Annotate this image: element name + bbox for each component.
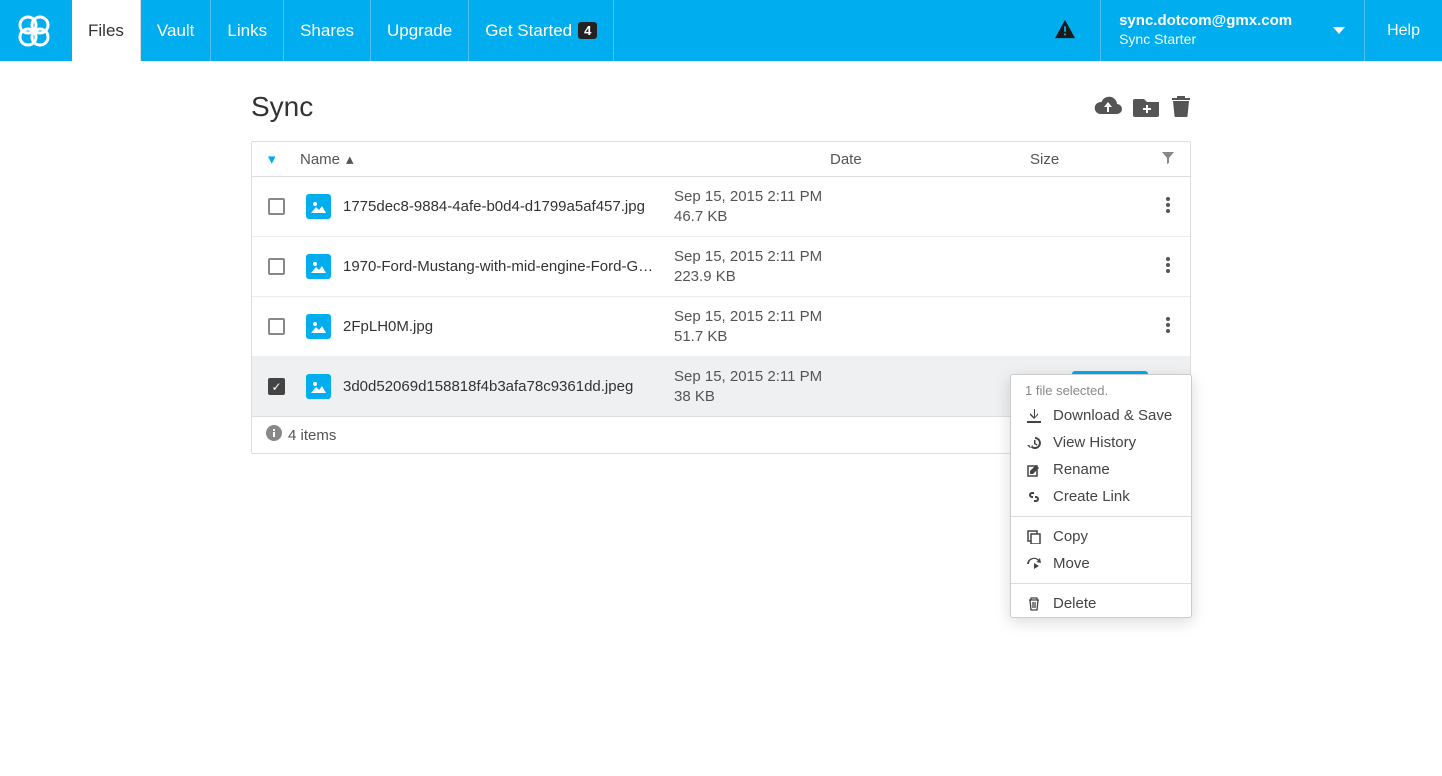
nav-item-shares[interactable]: Shares (284, 0, 371, 61)
info-icon (266, 425, 282, 445)
image-file-icon (306, 374, 331, 399)
file-size: 46.7 KB (674, 207, 994, 227)
image-file-icon (306, 254, 331, 279)
more-options-icon[interactable] (1162, 193, 1174, 220)
account-menu[interactable]: sync.dotcom@gmx.com Sync Starter (1100, 0, 1365, 61)
nav-item-upgrade[interactable]: Upgrade (371, 0, 469, 61)
table-row[interactable]: 1970-Ford-Mustang-with-mid-engine-Ford-G… (252, 237, 1190, 297)
app-logo[interactable] (14, 11, 54, 51)
new-folder-icon[interactable] (1133, 95, 1161, 120)
nav-right: sync.dotcom@gmx.com Sync Starter Help (1054, 0, 1442, 61)
more-options-icon[interactable] (1162, 253, 1174, 280)
row-checkbox[interactable] (268, 258, 285, 275)
menu-move[interactable]: Move (1011, 550, 1191, 577)
edit-icon (1025, 463, 1043, 477)
menu-download[interactable]: Download & Save (1011, 402, 1191, 429)
row-checkbox[interactable] (268, 318, 285, 335)
col-name-header[interactable]: Name (300, 151, 340, 168)
account-plan: Sync Starter (1119, 31, 1292, 49)
file-name[interactable]: 1775dec8-9884-4afe-b0d4-d1799a5af457.jpg (343, 198, 674, 215)
footer-count: 4 items (288, 427, 336, 444)
file-name[interactable]: 2FpLH0M.jpg (343, 318, 674, 335)
table-row[interactable]: 1775dec8-9884-4afe-b0d4-d1799a5af457.jpg… (252, 177, 1190, 237)
menu-history[interactable]: View History (1011, 429, 1191, 456)
filter-icon[interactable] (1162, 151, 1174, 168)
table-row[interactable]: 2FpLH0M.jpgSep 15, 2015 2:11 PM51.7 KB (252, 297, 1190, 357)
top-nav: FilesVaultLinksSharesUpgradeGet Started4… (0, 0, 1442, 61)
help-link[interactable]: Help (1365, 22, 1442, 40)
delete-icon (1025, 597, 1043, 611)
file-size: 51.7 KB (674, 327, 994, 347)
file-date: Sep 15, 2015 2:11 PM (674, 187, 994, 207)
file-date: Sep 15, 2015 2:11 PM (674, 367, 994, 387)
nav-item-files[interactable]: Files (72, 0, 141, 61)
menu-selection-info: 1 file selected. (1011, 375, 1191, 402)
file-size: 38 KB (674, 387, 994, 407)
more-options-icon[interactable] (1162, 313, 1174, 340)
file-date: Sep 15, 2015 2:11 PM (674, 247, 994, 267)
nav-items: FilesVaultLinksSharesUpgradeGet Started4 (72, 0, 614, 61)
menu-copy[interactable]: Copy (1011, 523, 1191, 550)
nav-badge: 4 (578, 22, 597, 39)
table-header: ▾ Name ▴ Date Size (252, 142, 1190, 177)
caret-down-icon[interactable]: ▾ (268, 150, 276, 168)
menu-delete[interactable]: Delete (1011, 590, 1191, 617)
upload-icon[interactable] (1093, 95, 1123, 120)
download-icon (1025, 409, 1043, 423)
row-checkbox[interactable] (268, 378, 285, 395)
col-size-header[interactable]: Size (1030, 151, 1059, 168)
menu-create-link[interactable]: Create Link (1011, 483, 1191, 510)
trash-icon[interactable] (1171, 95, 1191, 120)
page-title: Sync (251, 91, 1093, 123)
sort-asc-icon: ▴ (346, 150, 354, 168)
file-size: 223.9 KB (674, 267, 994, 287)
row-checkbox[interactable] (268, 198, 285, 215)
move-icon (1025, 557, 1043, 571)
nav-item-vault[interactable]: Vault (141, 0, 212, 61)
nav-item-get-started[interactable]: Get Started4 (469, 0, 614, 61)
sync-logo-icon (14, 11, 54, 51)
col-date-header[interactable]: Date (830, 151, 862, 168)
file-name[interactable]: 1970-Ford-Mustang-with-mid-engine-Ford-G… (343, 258, 674, 275)
image-file-icon (306, 314, 331, 339)
file-name[interactable]: 3d0d52069d158818f4b3afa78c9361dd.jpeg (343, 378, 674, 395)
account-email: sync.dotcom@gmx.com (1119, 12, 1292, 31)
history-icon (1025, 436, 1043, 450)
nav-item-links[interactable]: Links (211, 0, 284, 61)
link-icon (1025, 490, 1043, 504)
image-file-icon (306, 194, 331, 219)
chevron-down-icon (1332, 23, 1346, 39)
menu-rename[interactable]: Rename (1011, 456, 1191, 483)
copy-icon (1025, 530, 1043, 544)
file-date: Sep 15, 2015 2:11 PM (674, 307, 994, 327)
context-menu: 1 file selected. Download & Save View Hi… (1010, 374, 1192, 618)
warning-icon[interactable] (1054, 19, 1076, 42)
